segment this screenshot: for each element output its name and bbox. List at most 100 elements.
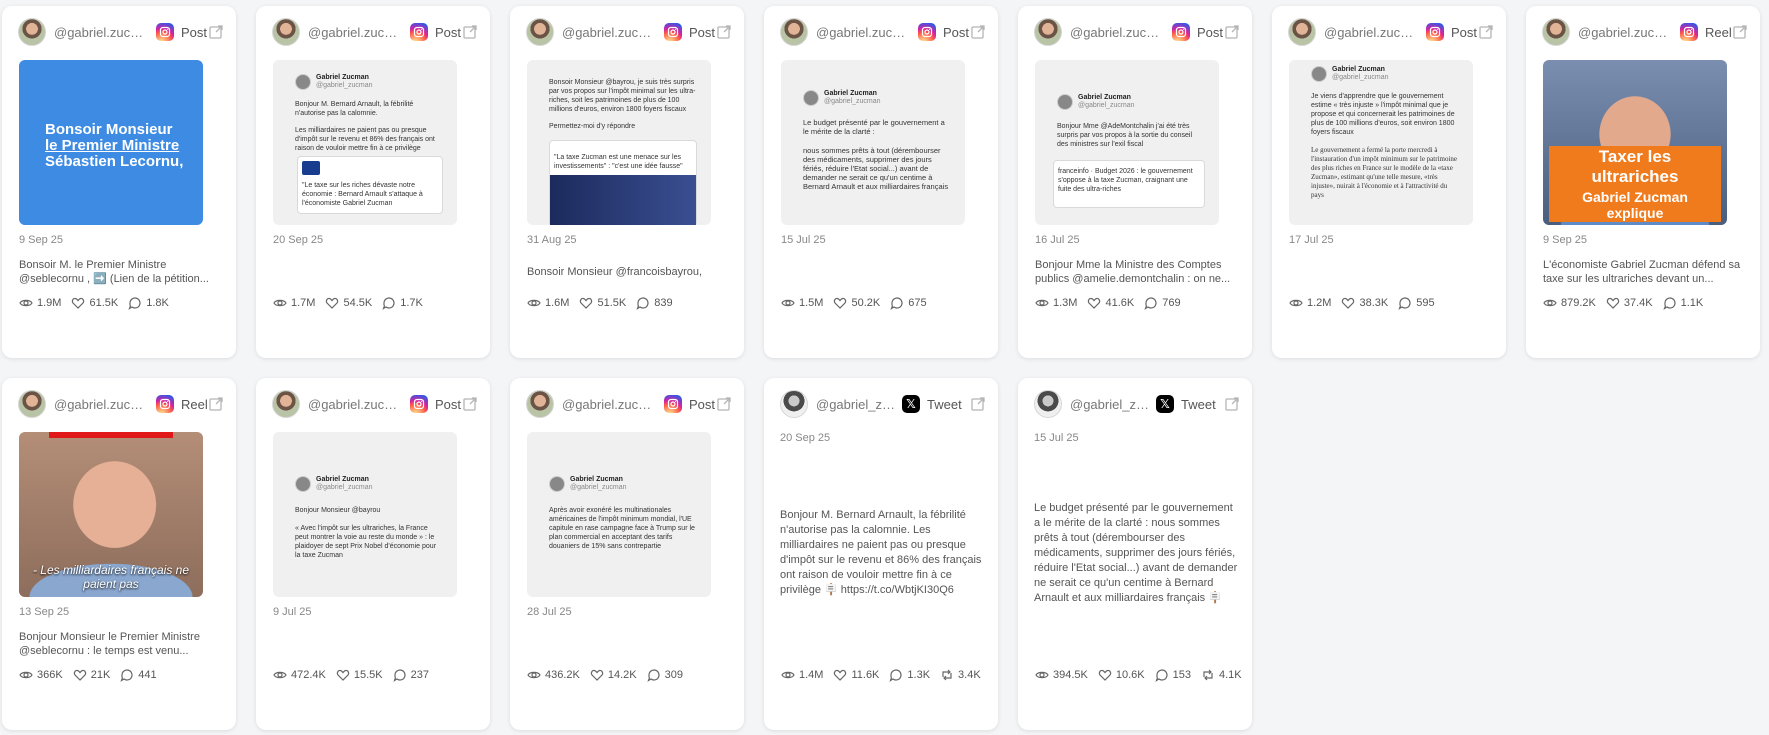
- post-type: Post: [1197, 24, 1224, 40]
- heart-icon: [1342, 297, 1355, 309]
- instagram-icon: [918, 23, 936, 41]
- views-count: 394.5K: [1053, 669, 1088, 681]
- instagram-icon: [156, 395, 174, 413]
- external-link-icon[interactable]: [970, 24, 986, 40]
- quoted-text: franceinfo · Budget 2026 : le gouverneme…: [1058, 168, 1193, 193]
- card-header: @gabriel.zucm... Post: [272, 390, 478, 418]
- post-card[interactable]: @gabriel.zucm... Reel - Les milliardaire…: [2, 378, 236, 730]
- video-still: [550, 175, 696, 225]
- post-thumbnail[interactable]: Gabriel Zucman @gabriel_zucman Le budget …: [781, 60, 965, 225]
- external-link-icon[interactable]: [1732, 24, 1748, 40]
- post-card[interactable]: @gabriel.zucm... Post Gabriel Zucman @gab…: [1018, 6, 1252, 358]
- post-card[interactable]: @gabriel.zucm... Post Gabriel Zucman @gab…: [510, 378, 744, 730]
- post-card[interactable]: @gabriel.zucm... Post Bonsoir Monsieur @…: [510, 6, 744, 358]
- external-link-icon[interactable]: [1224, 24, 1240, 40]
- post-description: Bonsoir Monsieur @francoisbayrou,: [527, 266, 703, 278]
- mini-post-text: Après avoir exonéré les multinationales …: [549, 507, 695, 550]
- author-handle: @gabriel.zucm...: [1578, 24, 1674, 40]
- avatar: [1034, 390, 1062, 418]
- eye-icon: [1543, 299, 1557, 307]
- post-card[interactable]: @gabriel.zucm... Post Gabriel Zucman @gab…: [1272, 6, 1506, 358]
- external-link-icon[interactable]: [1224, 396, 1240, 412]
- post-thumbnail[interactable]: Gabriel Zucman @gabriel_zucman Je viens d…: [1289, 60, 1473, 225]
- post-thumbnail[interactable]: Bonsoir Monsieur le Premier Ministre Séb…: [19, 60, 203, 225]
- views-count: 472.4K: [291, 669, 326, 681]
- tweet-card[interactable]: @gabriel_zu... 𝕏 Tweet 20 Sep 25 Bonjour…: [764, 378, 998, 730]
- posts-grid: @gabriel.zucm... Post Bonsoir Monsieur l…: [2, 6, 1760, 730]
- comment-icon: [890, 297, 903, 310]
- mini-post-text: Bonsoir Monsieur @bayrou, je suis très s…: [549, 79, 696, 113]
- comments-count: 769: [1162, 297, 1181, 309]
- views-count: 1.2M: [1307, 297, 1332, 309]
- post-date: 31 Aug 25: [527, 234, 577, 246]
- post-thumbnail[interactable]: Bonsoir Monsieur @bayrou, je suis très s…: [527, 60, 711, 225]
- comments-count: 1.7K: [400, 297, 423, 309]
- avatar: [1288, 18, 1316, 46]
- author-handle: @gabriel.zucm...: [562, 396, 658, 412]
- mini-post-text: Le budget présenté par le gouvernement a…: [803, 118, 945, 136]
- retweets-count: 3.4K: [958, 669, 981, 681]
- quoted-post: "La taxe Zucman est une menace sur les i…: [549, 140, 697, 225]
- external-link-icon[interactable]: [970, 396, 986, 412]
- avatar: [272, 390, 300, 418]
- quoted-post: franceinfo · Budget 2026 : le gouverneme…: [1053, 160, 1205, 208]
- external-link-icon[interactable]: [1478, 24, 1494, 40]
- post-type: Reel: [1705, 24, 1732, 40]
- post-card[interactable]: @gabriel.zucm... Post Bonsoir Monsieur l…: [2, 6, 236, 358]
- heart-icon: [834, 669, 847, 681]
- mini-post-text: Permettez-moi d'y répondre: [549, 123, 636, 130]
- post-card[interactable]: @gabriel.zucm... Post Gabriel Zucman @gab…: [256, 6, 490, 358]
- views-count: 1.9M: [37, 297, 62, 309]
- red-banner: [49, 432, 173, 438]
- post-thumbnail[interactable]: Gabriel Zucman @gabriel_zucman Après avoi…: [527, 432, 711, 597]
- mini-post-text: Bonjour M. Bernard Arnault, la fébrilité…: [295, 101, 414, 117]
- external-link-icon[interactable]: [462, 24, 478, 40]
- comment-icon: [1398, 297, 1411, 310]
- tweet-card[interactable]: @gabriel_zu... 𝕏 Tweet 15 Jul 25 Le budg…: [1018, 378, 1252, 730]
- instagram-icon: [410, 23, 428, 41]
- post-date: 9 Sep 25: [1543, 234, 1588, 246]
- post-thumbnail[interactable]: Gabriel Zucman @gabriel_zucman Bonjour M.…: [273, 60, 457, 225]
- external-link-icon[interactable]: [208, 396, 224, 412]
- reel-caption: - Les milliardaires français ne paient p…: [32, 563, 190, 591]
- heart-icon: [72, 297, 85, 309]
- eye-icon: [527, 671, 541, 679]
- post-date: 15 Jul 25: [1034, 432, 1079, 444]
- external-link-icon[interactable]: [716, 396, 732, 412]
- tweet-text: Le budget présenté par le gouvernement a…: [1034, 502, 1238, 604]
- mini-author-name: Gabriel Zucman: [316, 74, 369, 81]
- post-type: Post: [181, 24, 208, 40]
- avatar: [780, 18, 808, 46]
- avatar: [1542, 18, 1570, 46]
- instagram-icon: [1680, 23, 1698, 41]
- eye-icon: [1289, 299, 1303, 307]
- bfmtv-logo: [302, 161, 320, 175]
- comments-count: 675: [908, 297, 927, 309]
- post-thumbnail[interactable]: Gabriel Zucman @gabriel_zucman Bonjour Mm…: [1035, 60, 1219, 225]
- mini-avatar: [803, 90, 819, 106]
- post-card[interactable]: @gabriel.zucm... Post Gabriel Zucman @gab…: [764, 6, 998, 358]
- likes-count: 15.5K: [353, 669, 383, 681]
- post-stats: 1.2M 38.3K 595: [1289, 296, 1435, 310]
- eye-icon: [527, 299, 541, 307]
- comment-icon: [646, 669, 660, 682]
- mini-post-text: Je viens d'apprendre que le gouvernement…: [1311, 93, 1455, 136]
- reel-thumbnail[interactable]: - Les milliardaires français ne paient p…: [19, 432, 203, 597]
- external-link-icon[interactable]: [208, 24, 224, 40]
- likes-count: 11.6K: [851, 669, 880, 681]
- post-thumbnail[interactable]: Gabriel Zucman @gabriel_zucman Bonjour Mo…: [273, 432, 457, 597]
- post-card[interactable]: @gabriel.zucm... Post Gabriel Zucman @gab…: [256, 378, 490, 730]
- instagram-icon: [156, 23, 174, 41]
- external-link-icon[interactable]: [462, 396, 478, 412]
- post-card[interactable]: @gabriel.zucm... Reel Taxer les ultraric…: [1526, 6, 1760, 358]
- post-stats: 1.7M 54.5K 1.7K: [273, 296, 423, 310]
- external-link-icon[interactable]: [716, 24, 732, 40]
- likes-count: 54.5K: [343, 297, 373, 309]
- heart-icon: [73, 669, 86, 681]
- post-date: 13 Sep 25: [19, 606, 70, 618]
- views-count: 879.2K: [1561, 297, 1596, 309]
- mini-author-name: Gabriel Zucman: [316, 476, 369, 483]
- post-stats: 1.5M 50.2K 675: [781, 296, 927, 310]
- reel-thumbnail[interactable]: Taxer les ultrariches Gabriel Zucman exp…: [1543, 60, 1727, 225]
- post-stats: 394.5K 10.6K 153 4.1K: [1035, 668, 1242, 682]
